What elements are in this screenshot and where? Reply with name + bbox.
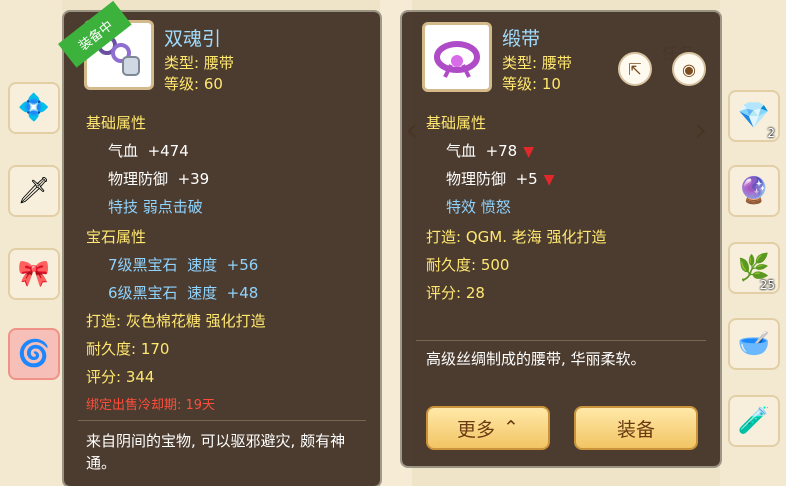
eye-icon[interactable]: ◉: [672, 52, 706, 86]
item-type: 类型: 腰带: [164, 54, 234, 72]
item-description: 来自阴间的宝物, 可以驱邪避灾, 颇有神通。: [86, 432, 346, 472]
bag-slot-item[interactable]: 🔮: [728, 165, 780, 217]
forge-info: 打造: 灰色棉花糖 强化打造: [86, 312, 266, 330]
equipment-column: [0, 0, 62, 486]
equip-slot-accessory[interactable]: 🌀: [8, 328, 60, 380]
equip-slot-headwear[interactable]: 💠: [8, 82, 60, 134]
item-type: 类型: 腰带: [502, 54, 572, 72]
forge-info: 打造: QGM. 老海 强化打造: [426, 228, 607, 246]
ribbon-belt-icon: [434, 41, 480, 78]
chevron-up-icon: ⌃: [503, 417, 519, 439]
divider: [416, 340, 706, 341]
bag-slot-item[interactable]: 🌿 25: [728, 242, 780, 294]
special-effect: 特效 愤怒: [446, 198, 511, 216]
belt-item-icon: [422, 22, 492, 92]
bag-slot-item[interactable]: 🥣: [728, 318, 780, 370]
equip-slot-weapon[interactable]: 🗡: [8, 165, 60, 217]
red-down-arrow-icon: ▼: [543, 172, 555, 188]
stat-row: 物理防御 +39: [108, 170, 210, 188]
basic-attr-header: 基础属性: [426, 114, 487, 132]
stat-row: 气血 +474: [108, 142, 189, 160]
more-button[interactable]: 更多 ⌃: [426, 406, 550, 450]
item-level: 等级: 60: [164, 75, 223, 93]
bag-slot-item[interactable]: 💎 2: [728, 90, 780, 142]
durability: 耐久度: 170: [86, 340, 170, 358]
share-icon[interactable]: ⇱: [618, 52, 652, 86]
stat-row: 物理防御 +5 ▼: [446, 170, 555, 188]
red-down-arrow-icon: ▼: [523, 144, 534, 160]
compare-item-tooltip: 缎带 类型: 腰带 等级: 10 ⇱ ◉ 基础属性 气血 +78 ▼ 物理防御 +…: [402, 12, 720, 466]
durability: 耐久度: 500: [426, 256, 510, 274]
item-level: 等级: 10: [502, 75, 561, 93]
divider: [78, 420, 366, 421]
score: 评分: 344: [86, 368, 155, 386]
item-name: 缎带: [502, 28, 541, 50]
item-name: 双魂引: [164, 28, 222, 50]
bag-slot-item[interactable]: 🧪: [728, 395, 780, 447]
gem-row: 6级黑宝石 速度 +48: [108, 284, 259, 302]
special-skill: 特技 弱点击破: [108, 198, 203, 216]
item-description: 高级丝绸制成的腰带, 华丽柔软。: [426, 350, 646, 368]
gem-row: 7级黑宝石 速度 +56: [108, 256, 259, 274]
equip-button[interactable]: 装备: [574, 406, 698, 450]
stat-row: 气血 +78 ▼: [446, 142, 534, 160]
basic-attr-header: 基础属性: [86, 114, 147, 132]
equip-slot-belt[interactable]: 🎀: [8, 248, 60, 300]
score: 评分: 28: [426, 284, 485, 302]
bound-sale-cooldown: 绑定出售冷却期: 19天: [86, 398, 216, 413]
gem-attr-header: 宝石属性: [86, 228, 147, 246]
equipped-item-tooltip: 双魂引 类型: 腰带 等级: 60 基础属性 气血 +474 物理防御 +39 …: [64, 12, 380, 486]
